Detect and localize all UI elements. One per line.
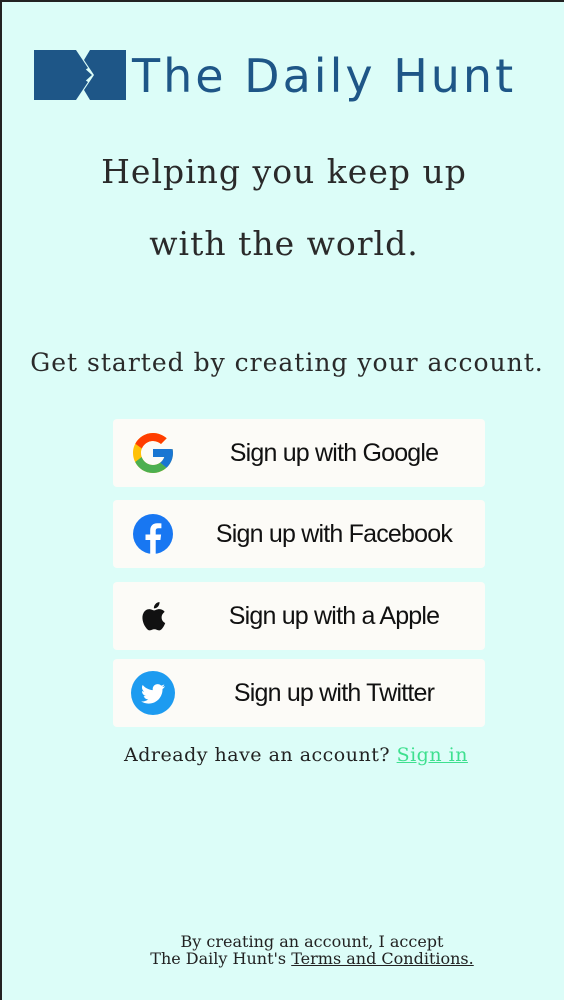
terms-link[interactable]: Terms and Conditions. [291,949,474,968]
terms-line-2: The Daily Hunt's Terms and Conditions. [2,950,564,967]
terms-prefix: The Daily Hunt's [150,949,287,968]
signup-facebook-button[interactable]: Sign up with Facebook [113,500,485,568]
brand-header: The Daily Hunt [32,40,564,110]
google-icon [133,433,173,473]
apple-icon [142,602,166,631]
brand-name: The Daily Hunt [132,49,517,103]
signup-twitter-label: Sign up with Twitter [233,679,435,707]
tagline-line-1: Helping you keep up [101,152,467,191]
get-started-text: Get started by creating your account. [30,348,544,377]
signin-prompt: Adready have an account? [124,744,391,766]
signup-screen: The Daily Hunt Helping you keep up with … [0,0,564,1000]
facebook-icon [133,514,173,554]
signin-row: Adready have an account? Sign in [2,744,564,766]
logo-icon [34,50,126,100]
signup-apple-label: Sign up with a Apple [228,602,440,630]
signin-link[interactable]: Sign in [397,744,468,766]
signup-facebook-label: Sign up with Facebook [215,520,453,548]
terms-line-1: By creating an account, I accept [180,932,444,951]
terms-notice: By creating an account, I accept The Dai… [2,933,564,967]
signup-google-button[interactable]: Sign up with Google [113,419,485,487]
signup-google-label: Sign up with Google [229,439,439,467]
tagline-line-2: with the world. [149,224,419,263]
signup-twitter-button[interactable]: Sign up with Twitter [113,659,485,727]
signup-apple-button[interactable]: Sign up with a Apple [113,582,485,650]
twitter-icon [131,671,175,715]
